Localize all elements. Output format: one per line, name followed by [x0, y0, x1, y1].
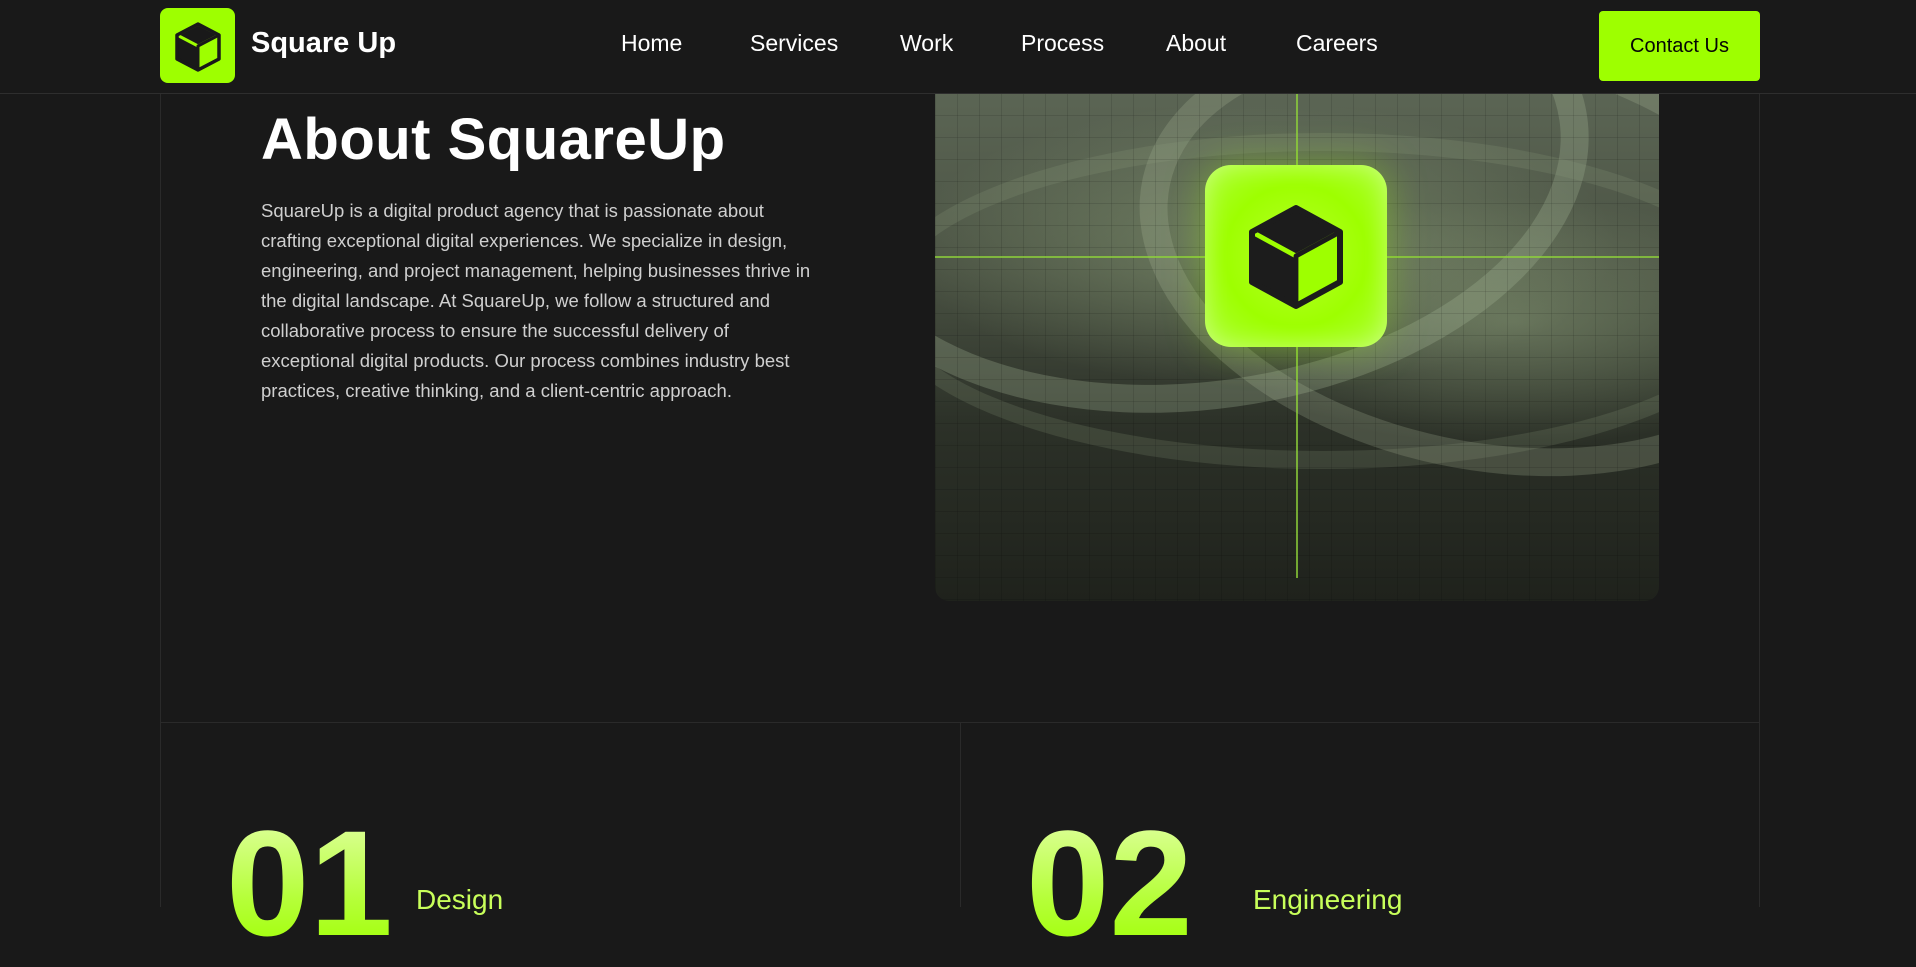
- logo[interactable]: [160, 8, 235, 83]
- contact-us-button[interactable]: Contact Us: [1599, 11, 1760, 81]
- about-hero-image: [935, 93, 1659, 601]
- nav-process[interactable]: Process: [1021, 30, 1104, 62]
- step-number: 02: [1026, 799, 1193, 967]
- step-label: Engineering: [1253, 884, 1403, 915]
- frame-line-right: [1759, 93, 1760, 907]
- cube-icon: [1249, 205, 1343, 309]
- about-description: SquareUp is a digital product agency tha…: [261, 200, 811, 401]
- frame-line-middle: [960, 723, 961, 907]
- brand-name[interactable]: Square Up: [251, 27, 396, 60]
- site-header: Square Up Home Services Work Process Abo…: [0, 0, 1916, 94]
- nav-work[interactable]: Work: [900, 30, 953, 62]
- about-title: About SquareUp: [261, 107, 726, 172]
- cube-icon: [174, 21, 221, 72]
- frame-line-left: [160, 93, 161, 907]
- nav-services[interactable]: Services: [750, 30, 838, 62]
- nav-home[interactable]: Home: [621, 30, 682, 62]
- section-divider: [160, 722, 1760, 723]
- nav-careers[interactable]: Careers: [1296, 30, 1378, 62]
- step-label: Design: [416, 884, 504, 915]
- nav-about[interactable]: About: [1166, 30, 1226, 62]
- hero-cube-badge: [1205, 165, 1387, 347]
- step-number: 01: [226, 799, 393, 967]
